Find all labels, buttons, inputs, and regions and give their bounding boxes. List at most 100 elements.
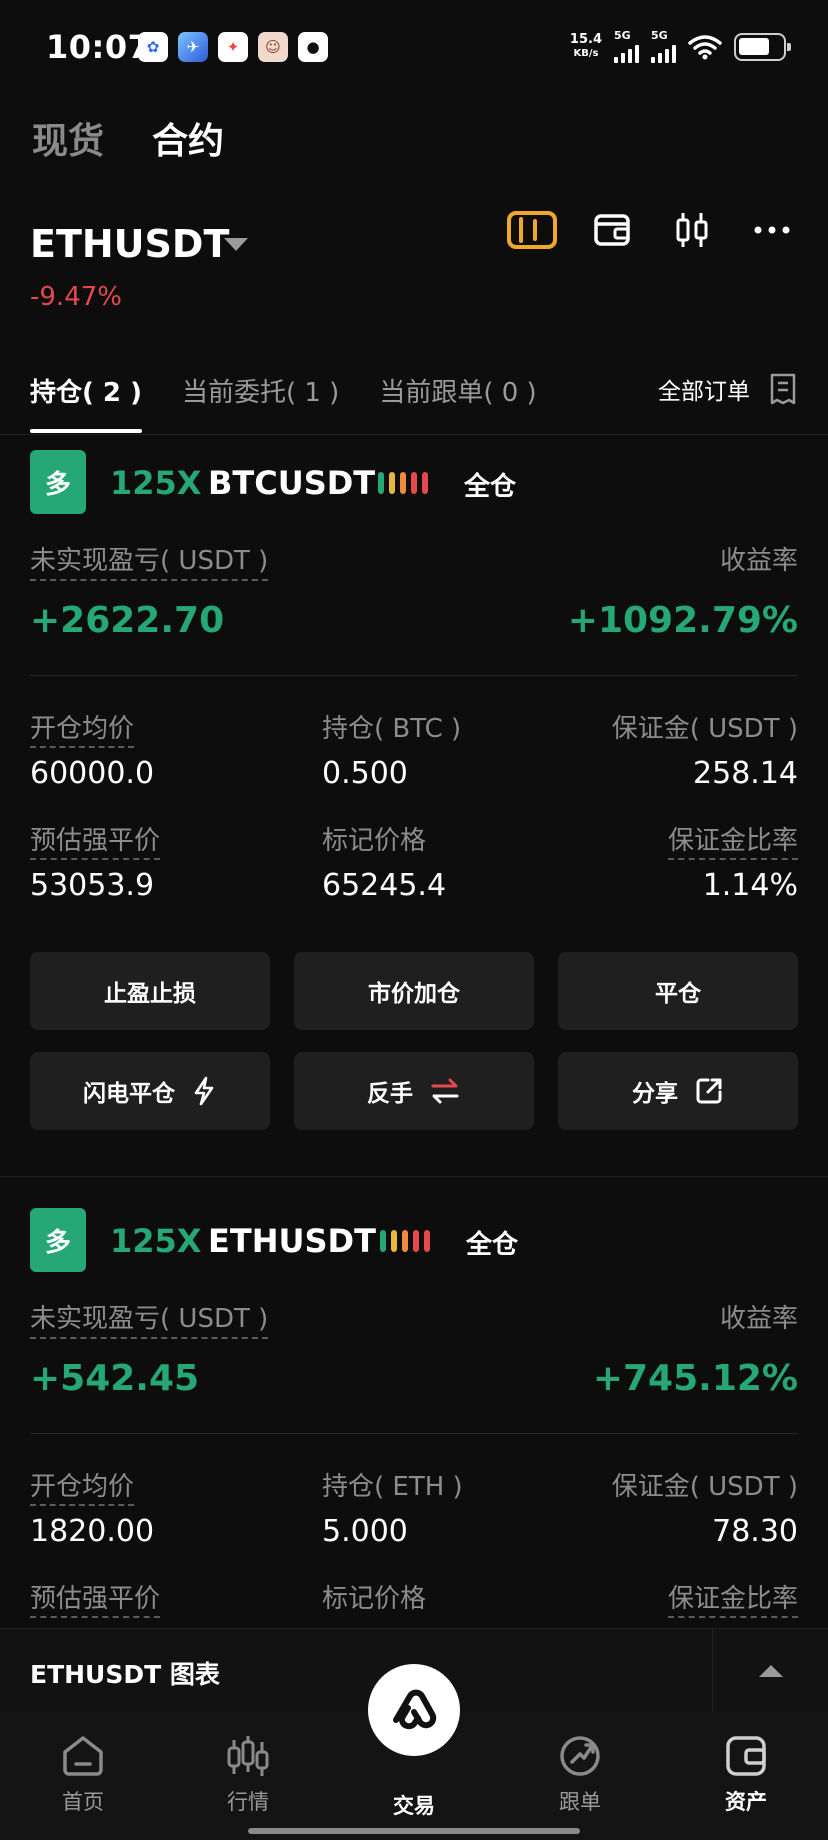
network-speed-unit: KB/s — [573, 47, 599, 59]
side-badge: 多 — [30, 450, 86, 514]
liq-price-label[interactable]: 预估强平价 — [30, 820, 161, 860]
symbol-selector[interactable]: ETHUSDT — [30, 222, 229, 266]
side-badge: 多 — [30, 1208, 86, 1272]
roe-value: +1092.79% — [567, 600, 798, 641]
entry-price-label[interactable]: 开仓均价 — [30, 708, 135, 748]
tab-futures[interactable]: 合约 — [152, 112, 224, 164]
entry-price-value: 60000.0 — [30, 756, 155, 791]
roe-label: 收益率 — [719, 1304, 798, 1334]
nav-copy-trade[interactable]: 跟单 — [520, 1732, 640, 1816]
close-position-button[interactable]: 平仓 — [558, 952, 798, 1030]
position-tabs: 持仓( 2 ) 当前委托( 1 ) 当前跟单( 0 ) — [30, 372, 537, 433]
margin-value: 78.30 — [712, 1514, 798, 1549]
price-change: -9.47% — [30, 282, 122, 312]
chevron-down-icon[interactable] — [224, 238, 248, 251]
close-position-button-label: 平仓 — [655, 981, 701, 1007]
tabs-divider — [0, 434, 828, 435]
qq-app-icon: ● — [298, 32, 328, 62]
tab-open-orders[interactable]: 当前委托( 1 ) — [182, 372, 339, 433]
order-book-icon[interactable] — [506, 208, 558, 252]
nav-trade-label: 交易 — [393, 1794, 435, 1818]
bird-app-icon: ✈ — [178, 32, 208, 62]
share-button-label: 分享 — [632, 1081, 678, 1107]
chevron-up-icon — [758, 1665, 783, 1677]
card-divider — [30, 1433, 798, 1434]
margin-value: 258.14 — [693, 756, 798, 791]
home-icon — [63, 1736, 103, 1776]
share-button[interactable]: 分享 — [558, 1052, 798, 1130]
size-label: 持仓( BTC ) — [322, 714, 462, 744]
market-add-button-label: 市价加仓 — [368, 981, 460, 1007]
lightning-icon — [194, 1076, 214, 1106]
roe-value: +745.12% — [592, 1358, 798, 1399]
network-speed: 15.4 KB/s — [569, 31, 602, 61]
sim2-signal-icon: 5G — [651, 30, 676, 63]
roe-label: 收益率 — [719, 546, 798, 576]
leverage-label[interactable]: 125X — [110, 1222, 201, 1260]
network-speed-value: 15.4 — [569, 31, 602, 47]
margin-ratio-label[interactable]: 保证金比率 — [667, 1578, 798, 1618]
margin-mode-label[interactable]: 全仓 — [466, 1224, 518, 1261]
reverse-button-label: 反手 — [367, 1081, 413, 1107]
section-divider — [0, 1176, 828, 1177]
mark-price-value: 65245.4 — [322, 868, 447, 903]
order-list-icon — [770, 373, 796, 405]
tab-spot[interactable]: 现货 — [32, 112, 104, 164]
margin-mode-label[interactable]: 全仓 — [464, 466, 516, 503]
candlestick-icon[interactable] — [666, 208, 718, 252]
size-value: 0.500 — [322, 756, 408, 791]
nav-home-label: 首页 — [62, 1790, 104, 1814]
position-header: 多 125X BTCUSDT 全仓 — [0, 450, 828, 514]
mode-tabs: 现货 合约 — [32, 112, 224, 164]
wallet-icon[interactable] — [586, 208, 638, 252]
all-orders-label: 全部订单 — [658, 379, 750, 405]
position-card: 多 125X BTCUSDT 全仓 未实现盈亏( USDT ) 收益率 +262… — [0, 450, 828, 1170]
nav-market-label: 行情 — [227, 1790, 269, 1814]
nav-assets[interactable]: 资产 — [686, 1732, 806, 1816]
battery-icon — [734, 32, 791, 61]
tab-positions[interactable]: 持仓( 2 ) — [30, 372, 142, 433]
market-add-button[interactable]: 市价加仓 — [294, 952, 534, 1030]
position-card: 多 125X ETHUSDT 全仓 未实现盈亏( USDT ) 收益率 +542… — [0, 1208, 828, 1628]
margin-ratio-label[interactable]: 保证金比率 — [667, 820, 798, 860]
sim1-signal-icon: 5G — [614, 30, 639, 63]
unrealized-pnl-label[interactable]: 未实现盈亏( USDT ) — [30, 540, 269, 581]
entry-price-label[interactable]: 开仓均价 — [30, 1466, 135, 1506]
entry-price-value: 1820.00 — [30, 1514, 155, 1549]
mark-price-label: 标记价格 — [322, 826, 427, 856]
chart-expand-toggle[interactable] — [712, 1629, 828, 1713]
size-value: 5.000 — [322, 1514, 408, 1549]
tpsl-button-label: 止盈止损 — [104, 981, 196, 1007]
market-icon — [227, 1736, 269, 1776]
nav-market[interactable]: 行情 — [188, 1732, 308, 1816]
liq-price-value: 53053.9 — [30, 868, 155, 903]
unrealized-pnl-label[interactable]: 未实现盈亏( USDT ) — [30, 1298, 269, 1339]
all-orders-link[interactable]: 全部订单 — [658, 372, 798, 406]
more-icon[interactable] — [746, 208, 798, 252]
nav-trade[interactable] — [368, 1664, 460, 1756]
leverage-label[interactable]: 125X — [110, 464, 201, 502]
share-icon — [696, 1078, 722, 1104]
status-app-icons: ✿ ✈ ✦ ☺ ● — [138, 32, 328, 62]
assets-icon — [726, 1736, 766, 1776]
colorful-app-icon: ✦ — [218, 32, 248, 62]
risk-level-icon — [380, 1230, 430, 1252]
home-indicator[interactable] — [248, 1828, 580, 1834]
liq-price-label[interactable]: 预估强平价 — [30, 1578, 161, 1618]
tpsl-button[interactable]: 止盈止损 — [30, 952, 270, 1030]
reverse-button[interactable]: 反手 — [294, 1052, 534, 1130]
tab-copy-orders[interactable]: 当前跟单( 0 ) — [379, 372, 536, 433]
flash-close-button-label: 闪电平仓 — [83, 1081, 175, 1107]
chart-bar-label: ETHUSDT 图表 — [30, 1660, 220, 1689]
pair-label: BTCUSDT — [208, 464, 376, 502]
sim1-label: 5G — [614, 29, 631, 42]
mark-price-label: 标记价格 — [322, 1584, 427, 1614]
margin-ratio-value: 1.14% — [702, 868, 798, 903]
nav-copy-trade-label: 跟单 — [559, 1790, 601, 1814]
trade-icon — [393, 1689, 437, 1730]
flash-close-button[interactable]: 闪电平仓 — [30, 1052, 270, 1130]
nav-home[interactable]: 首页 — [23, 1732, 143, 1816]
risk-level-icon — [378, 472, 428, 494]
swap-arrows-icon — [431, 1078, 459, 1104]
copy-trade-icon — [560, 1736, 600, 1776]
